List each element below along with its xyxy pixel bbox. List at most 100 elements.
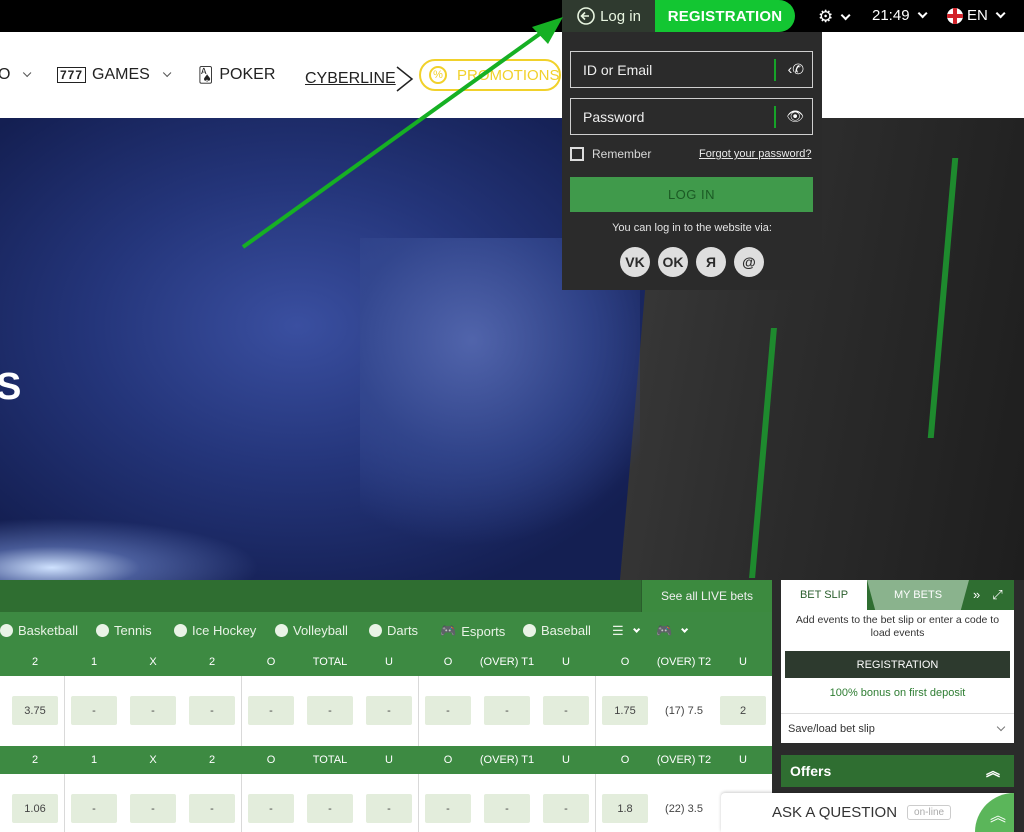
column-header[interactable]: O <box>621 656 630 668</box>
odnoklassniki-icon[interactable]: OK <box>658 247 688 277</box>
password-field[interactable]: Password 👁 <box>570 98 813 135</box>
odds-cell[interactable]: - <box>189 696 235 725</box>
odds-cell[interactable]: 2 <box>720 696 766 725</box>
id-email-field[interactable]: ID or Email ‹✆ <box>570 51 813 88</box>
vk-icon[interactable]: VK <box>620 247 650 277</box>
column-header[interactable]: U <box>739 754 747 766</box>
column-header[interactable]: O <box>267 656 276 668</box>
odds-cell[interactable]: - <box>425 794 471 823</box>
sport-tab-volleyball[interactable]: Volleyball <box>275 623 348 638</box>
column-header[interactable]: TOTAL <box>313 656 347 668</box>
clock-menu[interactable]: 21:49 <box>872 7 928 24</box>
odds-cell[interactable]: - <box>366 696 412 725</box>
sport-label: Esports <box>461 623 506 639</box>
nav-cyberline[interactable]: CYBERLINE <box>305 66 414 92</box>
odds-cell[interactable]: - <box>130 696 176 725</box>
odds-cell[interactable]: 3.75 <box>12 696 58 725</box>
sport-tab-darts[interactable]: Darts <box>369 623 418 638</box>
column-header[interactable]: 2 <box>209 656 215 668</box>
tab-my-bets[interactable]: MY BETS <box>867 580 969 610</box>
language-menu[interactable]: EN <box>947 7 1006 24</box>
phone-icon[interactable]: ‹✆ <box>788 61 804 78</box>
yandex-icon[interactable]: Я <box>696 247 726 277</box>
registration-button[interactable]: REGISTRATION <box>655 0 795 32</box>
odds-cell[interactable]: 1.06 <box>12 794 58 823</box>
login-button[interactable]: Log in <box>562 0 655 32</box>
column-header[interactable]: U <box>562 754 570 766</box>
bet-slip-registration-button[interactable]: REGISTRATION <box>785 651 1010 678</box>
sport-tab-esports[interactable]: 🎮 Esports <box>440 623 505 639</box>
mail-icon[interactable]: @ <box>734 247 764 277</box>
odds-cell[interactable]: - <box>248 696 294 725</box>
hero-banner[interactable]: S <box>0 118 1024 580</box>
offers-header[interactable]: Offers ︽ <box>781 755 1014 787</box>
scroll-up-icon[interactable]: ︽ <box>975 793 1014 832</box>
column-header[interactable]: 1 <box>91 754 97 766</box>
odds-cell[interactable]: - <box>543 696 589 725</box>
forgot-password-link[interactable]: Forgot your password? <box>699 148 812 160</box>
column-header[interactable]: (OVER) T2 <box>657 754 711 766</box>
odds-cell[interactable]: 1.8 <box>602 794 648 823</box>
sport-tab-baseball[interactable]: Baseball <box>523 623 591 638</box>
column-header[interactable]: U <box>385 656 393 668</box>
odds-cell[interactable]: - <box>71 696 117 725</box>
odds-cell[interactable]: - <box>425 696 471 725</box>
odds-cell[interactable]: - <box>307 794 353 823</box>
nav-poker[interactable]: 🂡 POKER <box>198 66 275 84</box>
sport-tab-ice-hockey[interactable]: Ice Hockey <box>174 623 256 638</box>
tab-bet-slip[interactable]: BET SLIP <box>781 580 867 610</box>
ask-question-widget[interactable]: ASK A QUESTION on-line ︽ <box>721 793 1014 832</box>
nav-games[interactable]: 777 GAMES <box>57 66 172 84</box>
column-header[interactable]: (OVER) T1 <box>480 754 534 766</box>
social-login-buttons: VK OK Я @ <box>620 247 764 277</box>
column-header[interactable]: (OVER) T2 <box>657 656 711 668</box>
hero-title-fragment: S <box>0 366 22 408</box>
column-header[interactable]: O <box>444 754 453 766</box>
see-all-live-button[interactable]: See all LIVE bets <box>641 580 772 612</box>
nav-games-label: GAMES <box>92 66 150 83</box>
nav-poker-label: POKER <box>219 66 276 83</box>
odds-cell[interactable]: - <box>484 794 530 823</box>
column-header[interactable]: U <box>385 754 393 766</box>
column-header[interactable]: (OVER) T1 <box>480 656 534 668</box>
column-header[interactable]: 1 <box>91 656 97 668</box>
checkbox[interactable] <box>570 147 584 161</box>
double-chevron-up-icon[interactable]: ︽ <box>986 761 1000 781</box>
column-header[interactable]: 2 <box>32 656 38 668</box>
odds-cell[interactable]: 1.75 <box>602 696 648 725</box>
social-login-text: You can log in to the website via: <box>612 222 772 234</box>
column-header[interactable]: X <box>149 656 156 668</box>
odds-cell[interactable]: - <box>543 794 589 823</box>
odds-cell[interactable]: - <box>189 794 235 823</box>
expand-icon[interactable]: ⤢ <box>992 587 1002 603</box>
column-header[interactable]: O <box>621 754 630 766</box>
nav-casino[interactable]: O <box>0 66 32 84</box>
odds-cell[interactable]: - <box>366 794 412 823</box>
column-header[interactable]: O <box>444 656 453 668</box>
column-header[interactable]: U <box>739 656 747 668</box>
esports-menu[interactable]: 🎮 <box>656 623 689 639</box>
save-load-bet-slip[interactable]: Save/load bet slip <box>781 713 1014 743</box>
column-header[interactable]: 2 <box>32 754 38 766</box>
column-header[interactable]: 2 <box>209 754 215 766</box>
column-header[interactable]: X <box>149 754 156 766</box>
eye-hidden-icon[interactable]: 👁 <box>786 108 804 125</box>
odds-cell[interactable]: - <box>71 794 117 823</box>
column-header[interactable]: U <box>562 656 570 668</box>
odds-cell[interactable]: - <box>248 794 294 823</box>
double-chevron-right-icon[interactable]: » <box>973 587 980 603</box>
nav-promotions[interactable]: % PROMOTIONS <box>419 59 561 91</box>
odds-cell[interactable]: - <box>307 696 353 725</box>
sport-tab-basketball[interactable]: Basketball <box>0 623 78 638</box>
more-sports-menu[interactable]: ☰ <box>612 623 640 639</box>
nav-cyberline-label: CYBERLINE <box>305 70 396 87</box>
column-header[interactable]: TOTAL <box>313 754 347 766</box>
odds-cell[interactable]: - <box>484 696 530 725</box>
odds-cell[interactable]: - <box>130 794 176 823</box>
settings-menu[interactable]: ⚙ <box>818 7 851 27</box>
sport-tab-tennis[interactable]: Tennis <box>96 623 152 638</box>
remember-checkbox[interactable]: Remember <box>570 147 651 161</box>
login-submit-button[interactable]: LOG IN <box>570 177 813 212</box>
basketball-icon <box>0 624 13 637</box>
column-header[interactable]: O <box>267 754 276 766</box>
